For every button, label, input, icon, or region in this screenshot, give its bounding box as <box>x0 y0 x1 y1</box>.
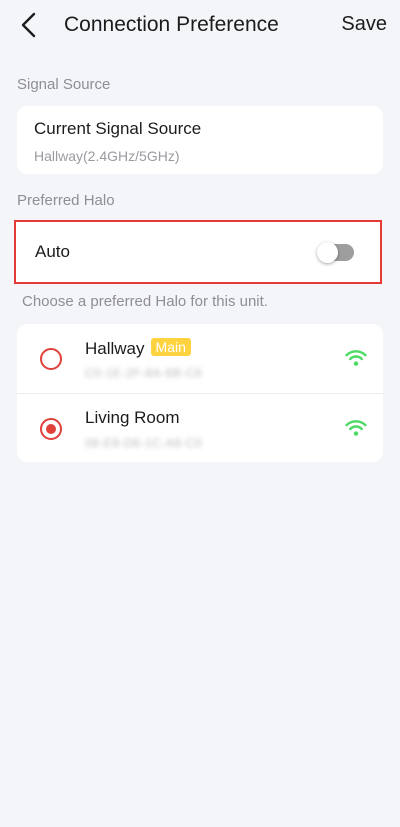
halo-item-living-room[interactable]: Living Room 08-E8-D6-1C-A8-C0 <box>17 393 383 462</box>
auto-toggle[interactable] <box>317 242 354 263</box>
wifi-icon <box>345 420 367 436</box>
auto-label: Auto <box>35 242 70 261</box>
header: Connection Preference Save <box>0 0 400 52</box>
halo-name: Living Room <box>85 408 180 427</box>
halo-item-hallway[interactable]: Hallway Main C0-1E-2F-8A-6B-C6 <box>17 324 383 393</box>
auto-row: Auto <box>14 220 382 284</box>
halo-name: Hallway Main <box>85 338 191 359</box>
radio-living-room[interactable] <box>40 418 62 440</box>
halo-mac-address: 08-E8-D6-1C-A8-C0 <box>85 436 203 450</box>
back-button[interactable] <box>12 8 46 42</box>
halo-mac-address: C0-1E-2F-8A-6B-C6 <box>85 366 203 380</box>
preferred-halo-hint: Choose a preferred Halo for this unit. <box>22 293 268 310</box>
halo-name-text: Hallway <box>85 339 145 358</box>
radio-selected-dot <box>46 424 56 434</box>
radio-hallway[interactable] <box>40 348 62 370</box>
current-signal-source-value: Hallway(2.4GHz/5GHz) <box>34 148 180 164</box>
wifi-icon <box>345 350 367 366</box>
preferred-halo-section-label: Preferred Halo <box>17 192 115 209</box>
chevron-left-icon <box>21 12 36 38</box>
main-badge: Main <box>150 338 191 356</box>
save-button[interactable]: Save <box>341 13 387 36</box>
toggle-knob <box>317 242 338 263</box>
signal-source-section-label: Signal Source <box>17 76 111 93</box>
halo-list: Hallway Main C0-1E-2F-8A-6B-C6 Living Roo… <box>17 324 383 462</box>
current-signal-source-card: Current Signal Source Hallway(2.4GHz/5GH… <box>17 106 383 174</box>
page-title: Connection Preference <box>64 13 279 36</box>
current-signal-source-title: Current Signal Source <box>34 119 202 138</box>
connection-preference-screen: Connection Preference Save Signal Source… <box>0 0 400 827</box>
